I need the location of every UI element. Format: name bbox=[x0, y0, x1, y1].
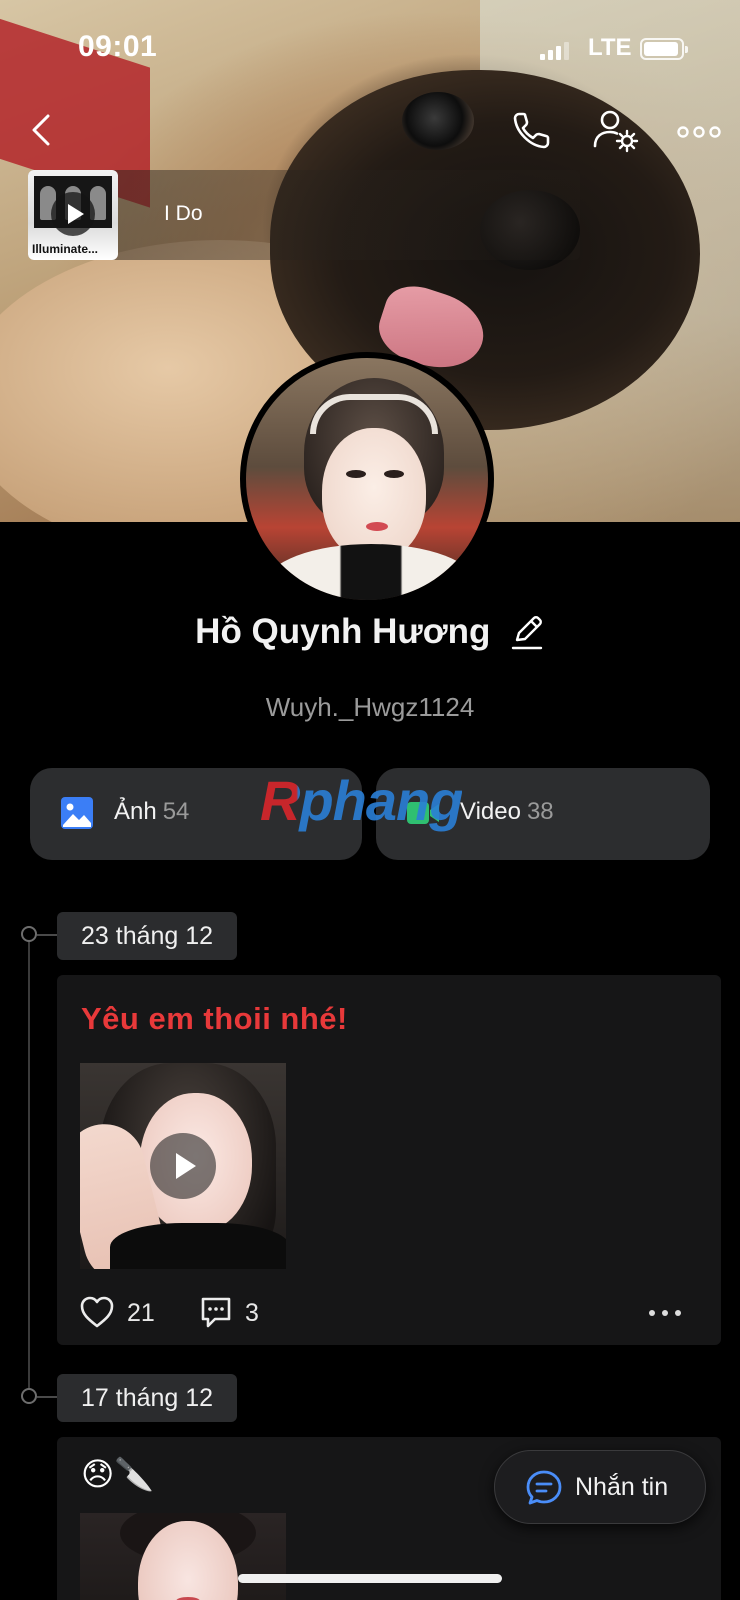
heart-icon bbox=[80, 1296, 114, 1328]
like-count: 21 bbox=[127, 1299, 155, 1327]
photos-label: Ảnh bbox=[114, 798, 157, 825]
thumb-shirt bbox=[110, 1223, 286, 1269]
photo-icon bbox=[60, 796, 94, 830]
post-text: Yêu em thoii nhé! bbox=[81, 1001, 348, 1036]
photos-count: 54 bbox=[162, 798, 190, 825]
like-button[interactable]: 21 bbox=[79, 1293, 159, 1333]
cover-dog-eye bbox=[402, 92, 474, 150]
video-icon bbox=[406, 796, 440, 830]
play-icon[interactable] bbox=[150, 1133, 216, 1199]
profile-username: Wuyh._Hwgz1124 bbox=[265, 692, 475, 722]
comment-count: 3 bbox=[245, 1299, 259, 1327]
post-photo-thumbnail[interactable] bbox=[80, 1513, 286, 1600]
user-settings-icon[interactable] bbox=[592, 108, 640, 154]
more-icon[interactable] bbox=[676, 112, 722, 152]
post-more-icon[interactable] bbox=[645, 1295, 685, 1331]
videos-tab[interactable]: Video 38 bbox=[376, 768, 710, 860]
battery-icon bbox=[640, 38, 688, 60]
profile-name-row: Hồ Quynh Hương bbox=[0, 612, 740, 668]
edit-pencil-icon[interactable] bbox=[509, 612, 545, 652]
videos-tab-label: Video 38 bbox=[460, 798, 554, 826]
timeline-line bbox=[28, 934, 30, 1394]
play-icon[interactable] bbox=[51, 192, 95, 236]
avatar-shirt bbox=[266, 544, 476, 600]
videos-label: Video bbox=[460, 798, 521, 825]
album-cover[interactable]: Illuminate... bbox=[28, 170, 118, 260]
photos-tab-label: Ảnh 54 bbox=[114, 798, 189, 826]
status-time: 09:01 bbox=[78, 30, 158, 63]
timeline-connector bbox=[37, 1396, 57, 1398]
comment-button[interactable]: 3 bbox=[199, 1293, 279, 1333]
message-button-label: Nhắn tin bbox=[575, 1473, 669, 1501]
videos-count: 38 bbox=[526, 798, 554, 825]
post-emoji-text: 😞🔪 bbox=[81, 1455, 155, 1493]
timeline-post[interactable]: Yêu em thoii nhé! 21 3 bbox=[57, 975, 721, 1345]
album-caption: Illuminate... bbox=[32, 242, 99, 256]
timeline-dot bbox=[21, 1388, 37, 1404]
timeline-connector bbox=[37, 934, 57, 936]
message-button[interactable]: Nhắn tin bbox=[494, 1450, 706, 1524]
timeline-dot bbox=[21, 926, 37, 942]
status-bar: 09:01 LTE bbox=[0, 0, 740, 96]
timeline-date: 23 tháng 12 bbox=[57, 912, 238, 960]
profile-name: Hồ Quynh Hương bbox=[195, 612, 491, 651]
signal-icon bbox=[540, 42, 570, 60]
photos-tab[interactable]: Ảnh 54 bbox=[30, 768, 362, 860]
home-indicator[interactable] bbox=[238, 1574, 502, 1583]
phone-icon[interactable] bbox=[510, 108, 554, 152]
avatar-eye bbox=[346, 470, 366, 478]
avatar-eye bbox=[384, 470, 404, 478]
profile-music-bar[interactable]: Illuminate... I Do bbox=[28, 170, 580, 260]
timeline-date: 17 tháng 12 bbox=[57, 1374, 238, 1422]
back-icon[interactable] bbox=[22, 110, 62, 150]
chat-icon bbox=[526, 1470, 562, 1505]
avatar-lips bbox=[366, 522, 388, 531]
avatar-face bbox=[322, 428, 426, 560]
profile-avatar[interactable] bbox=[240, 352, 494, 606]
network-label: LTE bbox=[588, 34, 632, 61]
post-video-thumbnail[interactable] bbox=[80, 1063, 286, 1269]
comment-icon bbox=[201, 1297, 231, 1328]
song-title: I Do bbox=[164, 202, 203, 225]
